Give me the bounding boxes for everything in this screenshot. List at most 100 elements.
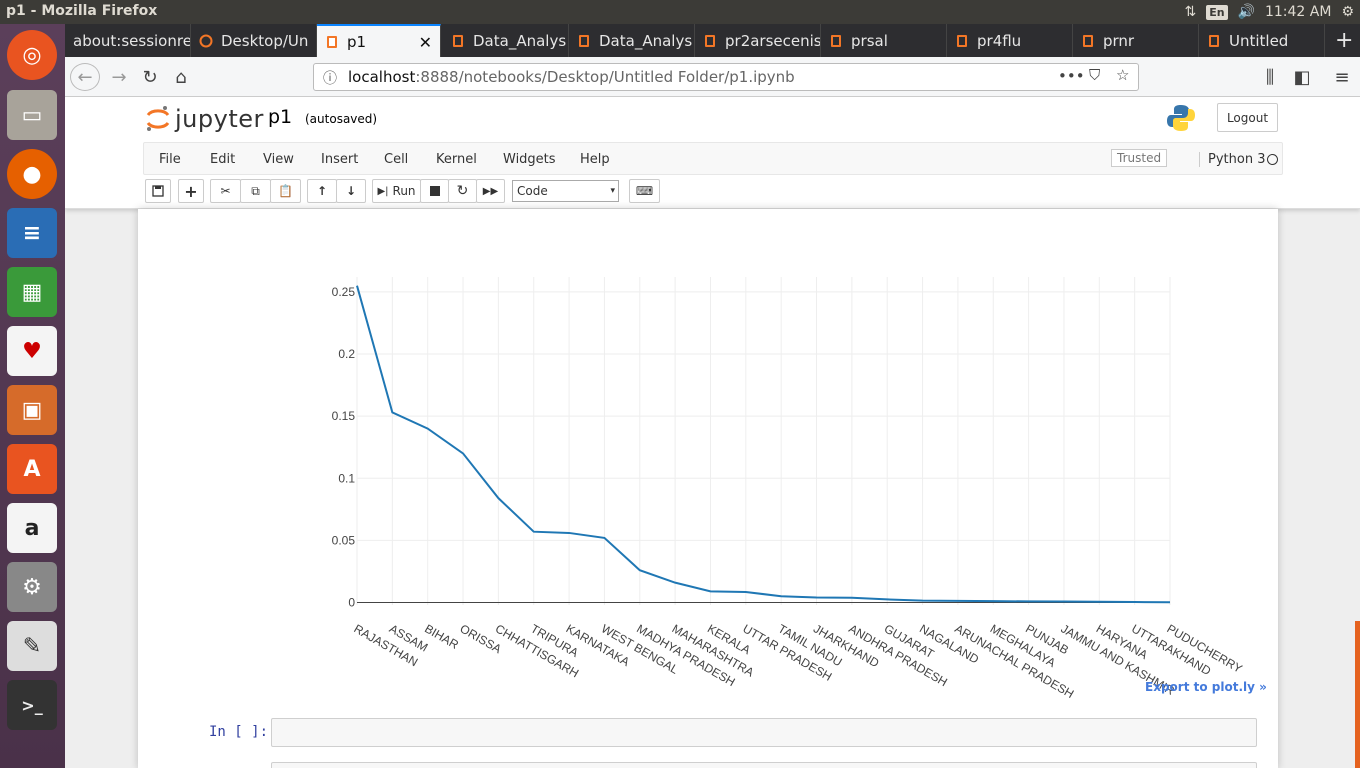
files-icon[interactable]: ▭ [7, 90, 57, 140]
close-tab-icon[interactable]: ✕ [419, 33, 432, 52]
writer-icon[interactable]: ≡ [7, 208, 57, 258]
settings-gear-icon[interactable]: ⚙ [1341, 4, 1354, 20]
menu-widgets[interactable]: Widgets [503, 152, 556, 167]
reload-button[interactable]: ↻ [135, 63, 165, 91]
run-button[interactable]: ▶| Run [372, 179, 421, 203]
fast-forward-icon: ▶▶ [482, 185, 499, 197]
notebook-toolbar: + ✂ ⧉ 📋 ↑ ↓ ▶| Run ↻ ▶▶ Code ▾ ⌨ [143, 179, 1283, 205]
data-point [673, 581, 677, 585]
back-button[interactable]: ← [70, 63, 100, 91]
notebook-favicon-icon [831, 34, 841, 47]
hamburger-menu-icon[interactable]: ≡ [1327, 63, 1357, 91]
copy-icon: ⧉ [251, 183, 260, 198]
tab-label: pr4flu [977, 31, 1022, 50]
notebook-favicon-icon [1083, 34, 1093, 47]
y-tick-label: 0.15 [332, 409, 356, 423]
paste-icon: 📋 [278, 184, 293, 198]
keyboard-layout-indicator[interactable]: En [1206, 4, 1228, 20]
y-tick-label: 0 [348, 596, 355, 610]
menu-cell[interactable]: Cell [384, 152, 408, 167]
pocket-icon[interactable]: ⛉ [1089, 66, 1100, 84]
notebook-favicon-icon [327, 35, 337, 48]
page-scrollbar-thumb[interactable] [1355, 621, 1360, 768]
amazon-icon[interactable]: a [7, 503, 57, 553]
text-editor-icon[interactable]: ✎ [7, 621, 57, 671]
cell-type-select[interactable]: Code ▾ [512, 180, 619, 202]
data-point [885, 597, 889, 601]
bookmark-star-icon[interactable]: ☆ [1116, 66, 1129, 84]
save-button[interactable] [145, 179, 171, 203]
url-text[interactable]: localhost:8888/notebooks/Desktop/Untitle… [348, 68, 795, 86]
page-actions-icon[interactable]: ••• [1058, 67, 1085, 85]
trusted-indicator[interactable]: Trusted [1111, 149, 1168, 167]
system-settings-icon[interactable]: ⚙ [7, 562, 57, 612]
tab-data-analysis-1[interactable]: Data_Analys [443, 24, 569, 57]
impress-icon[interactable]: ▣ [7, 385, 57, 435]
data-point [638, 568, 642, 572]
data-point [991, 599, 995, 603]
data-point [779, 594, 783, 598]
menu-view[interactable]: View [263, 152, 294, 167]
tab-pr2arsecenis[interactable]: pr2arsecenis [695, 24, 821, 57]
info-icon[interactable]: ⓘ [323, 68, 337, 88]
terminal-icon[interactable]: >_ [7, 680, 57, 730]
restart-icon: ↻ [456, 183, 469, 199]
code-cell-input-next[interactable] [271, 762, 1257, 768]
jupyter-logo-icon[interactable] [145, 105, 171, 133]
jupyter-logo-text[interactable]: jupyter [175, 105, 264, 133]
cut-button[interactable]: ✂ [210, 179, 241, 203]
move-up-button[interactable]: ↑ [307, 179, 337, 203]
tab-p1[interactable]: p1 ✕ [317, 24, 441, 57]
app-launcher: ◎ ▭ ● ≡ ▦ ♥ ▣ A a ⚙ ✎ >_ [0, 24, 65, 768]
menu-edit[interactable]: Edit [210, 152, 235, 167]
ubuntu-dash-icon[interactable]: ◎ [7, 30, 57, 80]
notebook-name[interactable]: p1 [268, 106, 292, 128]
software-center-icon[interactable]: A [7, 444, 57, 494]
calc-icon[interactable]: ▦ [7, 267, 57, 317]
command-palette-button[interactable]: ⌨ [629, 179, 660, 203]
library-icon[interactable]: ⫼ [1255, 63, 1285, 91]
restart-run-all-button[interactable]: ▶▶ [476, 179, 505, 203]
copy-button[interactable]: ⧉ [240, 179, 271, 203]
tab-prsal[interactable]: prsal [821, 24, 947, 57]
volume-icon[interactable]: 🔊 [1238, 4, 1255, 20]
data-point [708, 589, 712, 593]
notebook-container: 0 0.05 0.1 0.15 0.2 0.25 RAJASTHAN ASSAM BIHAR OR… [138, 209, 1278, 768]
paste-button[interactable]: 📋 [270, 179, 301, 203]
notebook-favicon-icon [453, 34, 463, 47]
tab-untitled[interactable]: Untitled [1199, 24, 1325, 57]
insert-cell-button[interactable]: + [178, 179, 204, 203]
kernel-name[interactable]: Python 3 [1199, 152, 1265, 167]
restart-kernel-button[interactable]: ↻ [448, 179, 477, 203]
logout-button[interactable]: Logout [1217, 103, 1278, 132]
state-line-chart[interactable]: 00.050.10.150.20.25RAJASTHANASSAMBIHAROR… [138, 209, 1278, 709]
tab-pr4flu[interactable]: pr4flu [947, 24, 1073, 57]
sidebar-icon[interactable]: ◧ [1287, 63, 1317, 91]
solitaire-icon[interactable]: ♥ [7, 326, 57, 376]
tab-prnr[interactable]: prnr [1073, 24, 1199, 57]
data-point [461, 451, 465, 455]
url-bar[interactable]: ⓘ localhost:8888/notebooks/Desktop/Untit… [313, 63, 1139, 91]
menu-insert[interactable]: Insert [321, 152, 358, 167]
tab-data-analysis-2[interactable]: Data_Analys [569, 24, 695, 57]
tab-desktop[interactable]: Desktop/Un [191, 24, 317, 57]
data-point [815, 596, 819, 600]
tab-session-restore[interactable]: about:sessionre [65, 24, 191, 57]
move-down-button[interactable]: ↓ [336, 179, 366, 203]
clock[interactable]: 11:42 AM [1265, 4, 1331, 20]
network-icon[interactable]: ⇅ [1184, 4, 1196, 20]
menu-file[interactable]: File [159, 152, 181, 167]
menu-kernel[interactable]: Kernel [436, 152, 477, 167]
data-point [921, 599, 925, 603]
menu-help[interactable]: Help [580, 152, 610, 167]
home-button[interactable]: ⌂ [166, 63, 196, 91]
interrupt-kernel-button[interactable] [420, 179, 449, 203]
firefox-icon[interactable]: ● [7, 149, 57, 199]
code-cell-input[interactable] [271, 718, 1257, 747]
y-tick-label: 0.25 [332, 285, 356, 299]
new-tab-button[interactable]: + [1327, 24, 1360, 57]
forward-button[interactable]: → [104, 63, 134, 91]
y-tick-label: 0.05 [332, 533, 356, 547]
window-title: p1 - Mozilla Firefox [6, 3, 158, 19]
export-to-plotly-link[interactable]: Export to plot.ly » [1145, 680, 1267, 694]
